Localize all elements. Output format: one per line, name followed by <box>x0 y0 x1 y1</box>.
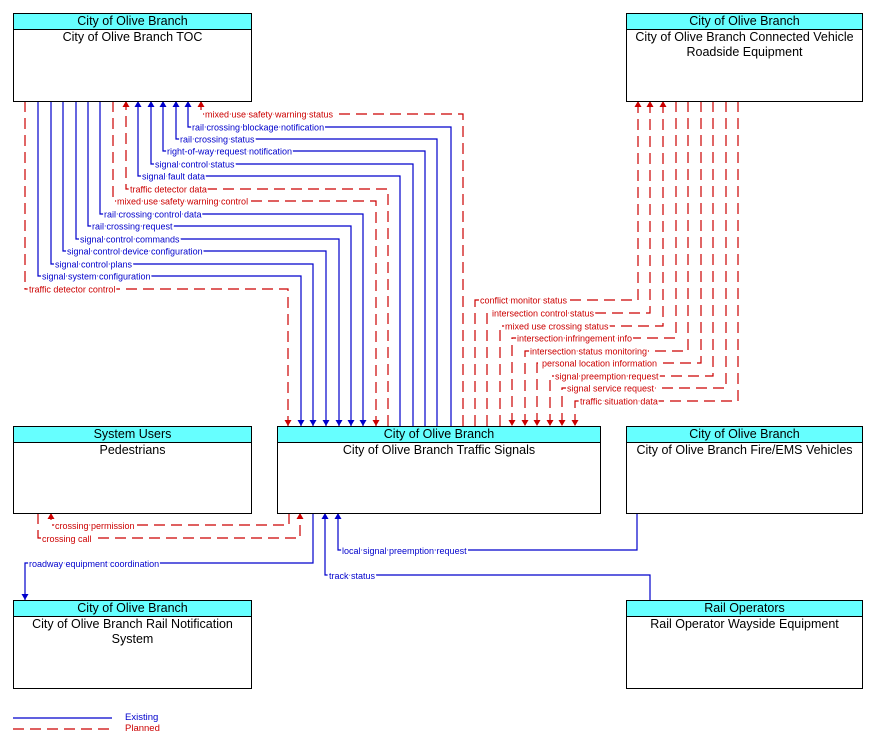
flow-label: mixed use safety warning status <box>205 110 334 120</box>
element-rail-notification-system[interactable]: City of Olive Branch City of Olive Branc… <box>13 600 252 689</box>
flow-label: intersection control status <box>492 309 595 319</box>
flow-label: traffic detector control <box>29 285 115 295</box>
pedestrians-agency: System Users <box>14 427 251 443</box>
flow-line <box>324 513 651 600</box>
flow-label: conflict monitor status <box>480 296 568 306</box>
element-toc[interactable]: City of Olive Branch City of Olive Branc… <box>13 13 252 102</box>
flow-label: track status <box>329 571 376 581</box>
flow-label: signal control status <box>155 160 235 170</box>
pedestrians-name: Pedestrians <box>99 443 166 457</box>
flow-label: mixed use safety warning control <box>117 197 248 207</box>
flow-track-status[interactable] <box>321 513 651 600</box>
flow-label: right-of-way request notification <box>167 147 292 157</box>
flow-label: mixed use crossing status <box>505 322 609 332</box>
flow-label: rail crossing control data <box>104 210 202 220</box>
flow-label: rail crossing blockage notification <box>192 123 324 133</box>
railnotif-agency: City of Olive Branch <box>14 601 251 617</box>
flow-label: rail crossing status <box>180 135 255 145</box>
element-rail-wayside-equipment[interactable]: Rail Operators Rail Operator Wayside Equ… <box>626 600 863 689</box>
flow-label: intersection status monitoring <box>530 347 647 357</box>
signals-name: City of Olive Branch Traffic Signals <box>342 443 536 457</box>
flow-label: intersection infringement info <box>517 334 632 344</box>
flow-local-signal-preemption-request[interactable] <box>334 513 638 551</box>
legend-existing-label: Existing <box>125 712 159 723</box>
flow-label: signal control device configuration <box>67 247 203 257</box>
flow-label: signal control commands <box>80 235 180 245</box>
cv-agency: City of Olive Branch <box>627 14 862 30</box>
flow-label: signal fault data <box>142 172 205 182</box>
flow-label: traffic detector data <box>130 185 207 195</box>
signals-agency: City of Olive Branch <box>278 427 600 443</box>
flow-label: local signal preemption request <box>342 546 467 556</box>
wayside-agency: Rail Operators <box>627 601 862 617</box>
cv-name: City of Olive Branch Connected Vehicle R… <box>635 30 854 59</box>
element-traffic-signals[interactable]: City of Olive Branch City of Olive Branc… <box>277 426 601 514</box>
flow-label: signal system configuration <box>42 272 151 282</box>
flow-label: traffic situation data <box>580 397 658 407</box>
wayside-name: Rail Operator Wayside Equipment <box>650 617 839 631</box>
element-pedestrians[interactable]: System Users Pedestrians <box>13 426 252 514</box>
flow-label: personal location information <box>542 359 657 369</box>
flow-line <box>337 513 638 551</box>
toc-agency: City of Olive Branch <box>14 14 251 30</box>
flow-label: signal preemption request <box>555 372 659 382</box>
flow-label: crossing permission <box>55 521 135 531</box>
legend-planned-label: Planned <box>125 723 160 734</box>
element-connected-vehicle-rse[interactable]: City of Olive Branch City of Olive Branc… <box>626 13 863 102</box>
toc-name: City of Olive Branch TOC <box>62 30 203 44</box>
element-fire-ems-vehicles[interactable]: City of Olive Branch City of Olive Branc… <box>626 426 863 514</box>
flow-label: roadway equipment coordination <box>29 559 159 569</box>
flow-label: signal control plans <box>55 260 133 270</box>
railnotif-name: City of Olive Branch Rail Notification S… <box>32 617 233 646</box>
flow-label: signal service request <box>567 384 655 394</box>
flow-label: crossing call <box>42 534 92 544</box>
flow-label: rail crossing request <box>92 222 173 232</box>
fire-name: City of Olive Branch Fire/EMS Vehicles <box>636 443 853 457</box>
fire-agency: City of Olive Branch <box>627 427 862 443</box>
